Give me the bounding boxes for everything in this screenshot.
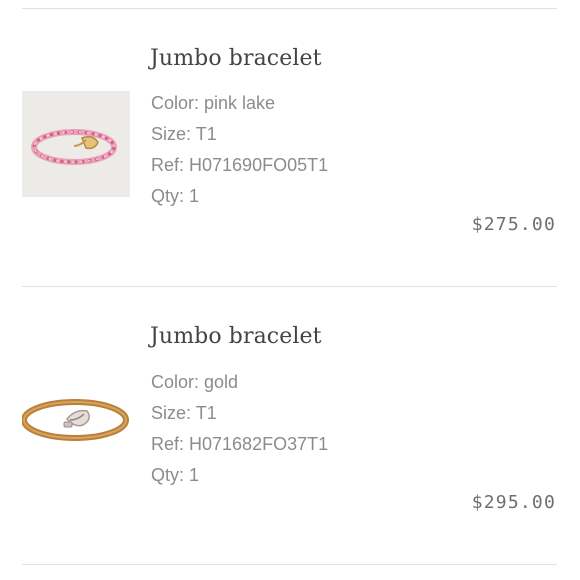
product-size: Size: T1 [151, 124, 217, 144]
bottom-divider [22, 564, 557, 565]
product-color: Color: gold [151, 372, 239, 392]
cart-item: Jumbo bracelet Color: pink lake Size: T1… [0, 8, 580, 286]
product-qty: Qty: 1 [151, 465, 200, 485]
gold-leather-bracelet-image [22, 366, 130, 472]
pink-rope-bracelet-image [22, 91, 130, 197]
product-qty: Qty: 1 [151, 186, 200, 206]
cart-item: Jumbo bracelet Color: gold Size: T1 Ref:… [0, 286, 580, 564]
product-ref: Ref: H071690FO05T1 [151, 155, 329, 175]
product-thumbnail[interactable] [22, 366, 130, 472]
product-title[interactable]: Jumbo bracelet [150, 324, 322, 349]
product-color: Color: pink lake [151, 93, 276, 113]
product-thumbnail[interactable] [22, 91, 130, 197]
product-price: $275.00 [471, 214, 556, 235]
product-title[interactable]: Jumbo bracelet [150, 46, 322, 71]
cart-item-list: Jumbo bracelet Color: pink lake Size: T1… [0, 0, 580, 580]
product-price: $295.00 [471, 492, 556, 513]
product-ref: Ref: H071682FO37T1 [151, 434, 329, 454]
product-size: Size: T1 [151, 403, 217, 423]
